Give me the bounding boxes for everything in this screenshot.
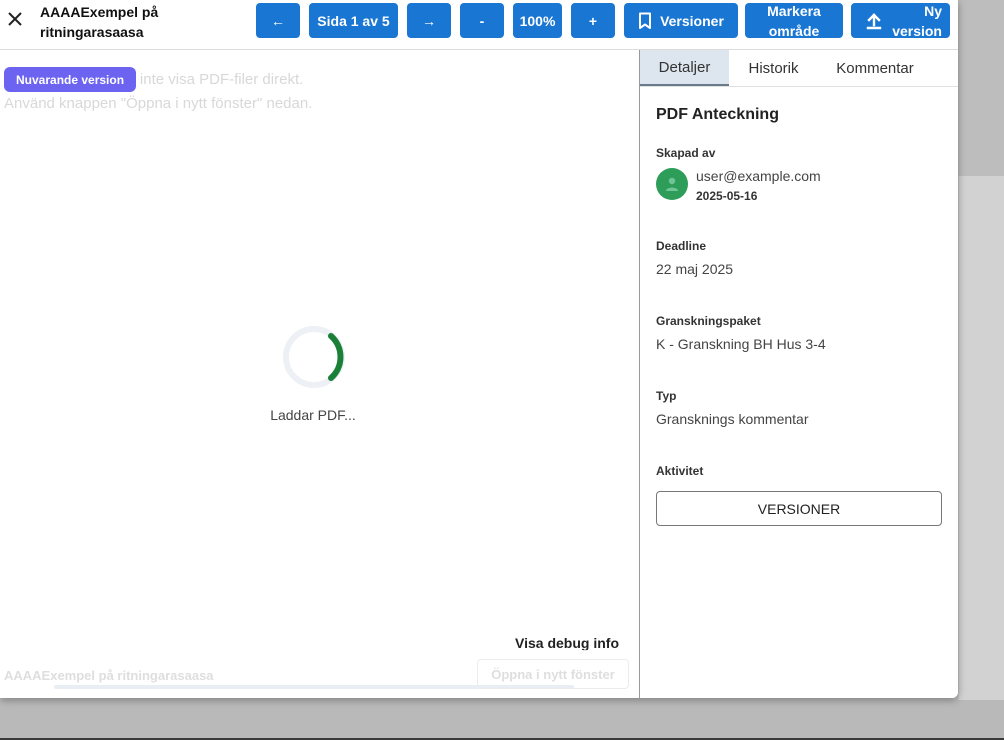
new-version-button[interactable]: Ny version [851, 2, 950, 39]
zoom-in-button[interactable]: + [571, 3, 615, 38]
page-indicator-button[interactable]: Sida 1 av 5 [309, 3, 398, 38]
versions-toolbar-button[interactable]: Versioner [624, 3, 738, 38]
review-package-value: K - Granskning BH Hus 3-4 [656, 336, 826, 352]
footer-document-name: AAAAExempel på ritningarasaasa [4, 668, 214, 683]
upload-icon [865, 11, 883, 31]
pdf-annotation-dialog: AAAAExempel på ritningarasaasa ← Sida 1 … [0, 0, 958, 698]
deadline-value: 22 maj 2025 [656, 261, 734, 277]
loading-text: Laddar PDF... [270, 407, 356, 423]
versions-button[interactable]: VERSIONER [656, 491, 942, 526]
type-label: Typ [656, 389, 677, 403]
current-version-badge: Nuvarande version [4, 67, 137, 92]
new-version-label: Ny version [892, 2, 942, 39]
background-row [0, 700, 1004, 738]
details-panel: Detaljer Historik Kommentar PDF Anteckni… [640, 50, 958, 698]
viewer-toolbar: AAAAExempel på ritningarasaasa ← Sida 1 … [0, 0, 958, 50]
created-by-label: Skapad av [656, 146, 716, 160]
pdf-viewer: Din webbläsare kan inte visa PDF-filer d… [0, 50, 640, 698]
document-title: AAAAExempel på ritningarasaasa [40, 4, 159, 40]
bookmark-icon [638, 12, 652, 30]
tab-detaljer[interactable]: Detaljer [640, 50, 729, 86]
show-debug-info-link[interactable]: Visa debug info [515, 635, 619, 651]
creator-email: user@example.com [696, 168, 821, 184]
previous-page-button[interactable]: ← [256, 3, 300, 38]
unsupported-line-2: Använd knappen "Öppna i nytt fönster" ne… [4, 95, 313, 112]
close-icon[interactable] [4, 8, 26, 30]
mark-area-button[interactable]: Markera område [745, 3, 843, 39]
type-value: Gransknings kommentar [656, 411, 809, 427]
zoom-out-button[interactable]: - [460, 3, 504, 38]
person-icon [666, 177, 678, 191]
open-new-window-button[interactable]: Öppna i nytt fönster [477, 659, 629, 689]
created-date: 2025-05-16 [696, 189, 758, 203]
avatar [656, 168, 688, 200]
viewer-footer: AAAAExempel på ritningarasaasa Öppna i n… [0, 650, 639, 698]
panel-tabs: Detaljer Historik Kommentar [640, 50, 958, 87]
activity-label: Aktivitet [656, 464, 704, 478]
tab-historik[interactable]: Historik [729, 50, 818, 86]
background-panel [958, 176, 1004, 721]
zoom-level-button[interactable]: 100% [513, 3, 562, 38]
panel-heading: PDF Anteckning [656, 106, 779, 123]
review-package-label: Granskningspaket [656, 314, 761, 328]
tab-kommentar[interactable]: Kommentar [820, 50, 930, 86]
deadline-label: Deadline [656, 239, 707, 253]
versions-toolbar-label: Versioner [660, 12, 724, 29]
next-page-button[interactable]: → [407, 3, 451, 38]
loading-spinner-icon [283, 326, 345, 388]
